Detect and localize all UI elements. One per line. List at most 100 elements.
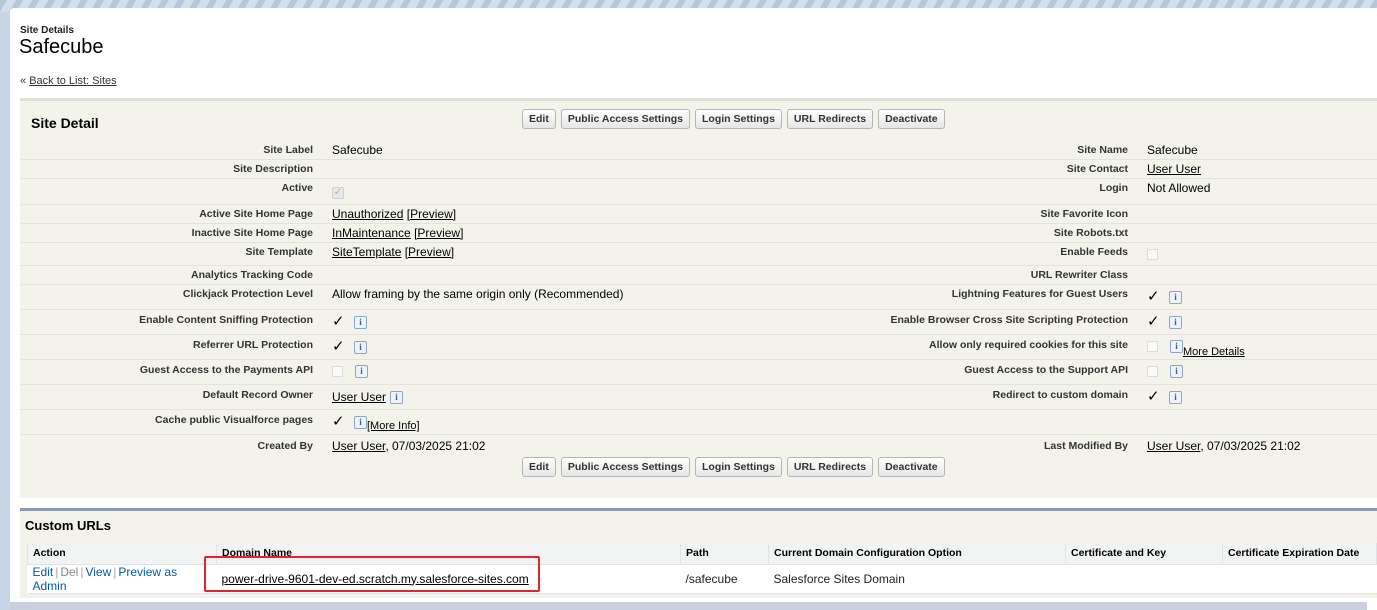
lightning-guest-check-icon: ✓	[1147, 288, 1160, 305]
custom-urls-panel: Custom URLs Action Domain Name Path Curr…	[20, 508, 1377, 598]
info-icon[interactable]: i	[1170, 340, 1183, 354]
support-api-label: Guest Access to the Support API	[964, 364, 1128, 376]
more-info-link[interactable]: [More Info]	[367, 420, 420, 432]
domain-name-link[interactable]: power-drive-9601-dev-ed.scratch.my.sales…	[222, 572, 529, 586]
info-icon[interactable]: i	[1169, 316, 1182, 330]
info-icon[interactable]: i	[354, 316, 367, 330]
site-label-value: Safecube	[332, 143, 383, 157]
modified-by-user-link[interactable]: User User	[1147, 439, 1200, 453]
payments-api-cell: i	[332, 364, 368, 379]
detail-row: Enable Content Sniffing Protection ✓ i En…	[20, 310, 1377, 335]
object-type-label: Site Details	[20, 25, 74, 36]
detail-row: Active ✓ Login Not Allowed	[20, 179, 1377, 205]
edit-button[interactable]: Edit	[522, 457, 556, 477]
cache-vf-cell: ✓ i [More Info]	[332, 412, 420, 432]
more-details-link[interactable]: More Details	[1183, 346, 1245, 358]
view-action-link[interactable]: View	[85, 565, 111, 579]
lightning-guest-label: Lightning Features for Guest Users	[951, 288, 1128, 300]
template-preview-link[interactable]: [Preview]	[405, 245, 454, 259]
info-icon[interactable]: i	[354, 416, 367, 430]
record-owner-cell: User User i	[332, 390, 404, 405]
site-label-label: Site Label	[263, 144, 313, 156]
deactivate-button[interactable]: Deactivate	[878, 109, 945, 129]
modified-by-date: , 07/03/2025 21:02	[1200, 439, 1301, 453]
cache-vf-check-icon: ✓	[332, 413, 345, 430]
info-icon[interactable]: i	[1169, 391, 1182, 405]
modified-by-label: Last Modified By	[1043, 440, 1128, 452]
url-redirects-button[interactable]: URL Redirects	[786, 109, 874, 129]
support-api-checkbox	[1147, 366, 1158, 378]
cookies-cell: i More Details	[1147, 339, 1245, 358]
login-settings-button[interactable]: Login Settings	[695, 109, 782, 129]
inactive-home-cell: InMaintenance [Preview]	[332, 226, 463, 240]
back-prefix: «	[20, 75, 30, 87]
column-header-action: Action	[27, 543, 217, 565]
detail-row: Analytics Tracking Code URL Rewriter Cla…	[20, 266, 1377, 285]
record-owner-link[interactable]: User User	[332, 390, 386, 404]
site-detail-grid: Site Label Safecube Site Name Safecube S…	[20, 141, 1377, 457]
public-access-settings-button[interactable]: Public Access Settings	[560, 109, 690, 129]
page-title: Safecube	[19, 36, 104, 58]
url-redirects-button[interactable]: URL Redirects	[786, 457, 874, 477]
column-header-domain-name: Domain Name	[216, 543, 681, 565]
login-settings-button[interactable]: Login Settings	[695, 457, 782, 477]
info-icon[interactable]: i	[1170, 365, 1183, 379]
redirect-domain-label: Redirect to custom domain	[992, 389, 1128, 401]
edit-button[interactable]: Edit	[522, 109, 556, 129]
deactivate-button[interactable]: Deactivate	[878, 457, 945, 477]
domain-cell: power-drive-9601-dev-ed.scratch.my.sales…	[216, 564, 681, 594]
site-name-label: Site Name	[1077, 144, 1128, 156]
back-to-list: « Back to List: Sites	[20, 75, 117, 87]
info-icon[interactable]: i	[355, 365, 368, 379]
back-to-list-link[interactable]: Back to List: Sites	[29, 75, 116, 87]
site-detail-panel: Site Detail Edit Public Access Settings …	[20, 98, 1377, 498]
inactive-home-preview-link[interactable]: [Preview]	[414, 226, 463, 240]
detail-row: Site Label Safecube Site Name Safecube	[20, 141, 1377, 160]
detail-row: Default Record Owner User User i Redirect…	[20, 385, 1377, 410]
xss-label: Enable Browser Cross Site Scripting Prot…	[890, 314, 1128, 326]
record-owner-label: Default Record Owner	[202, 389, 313, 401]
column-header-certificate: Certificate and Key	[1065, 543, 1223, 565]
cert-cell	[1065, 564, 1223, 594]
payments-api-label: Guest Access to the Payments API	[139, 364, 313, 376]
custom-urls-table: Action Domain Name Path Current Domain C…	[27, 543, 1377, 594]
active-checkbox: ✓	[332, 187, 344, 199]
clickjack-label: Clickjack Protection Level	[182, 288, 313, 300]
template-cell: SiteTemplate [Preview]	[332, 245, 454, 259]
info-icon[interactable]: i	[390, 391, 404, 405]
detail-row: Inactive Site Home Page InMaintenance [P…	[20, 224, 1377, 243]
detail-row: Referrer URL Protection ✓ i Allow only re…	[20, 335, 1377, 360]
custom-urls-title: Custom URLs	[25, 518, 111, 533]
detail-row: Site Description Site Contact User User	[20, 160, 1377, 179]
active-label: Active	[281, 182, 313, 194]
template-link[interactable]: SiteTemplate	[332, 245, 401, 259]
info-icon[interactable]: i	[354, 341, 367, 355]
active-home-preview-link[interactable]: [Preview]	[407, 207, 456, 221]
inactive-home-link[interactable]: InMaintenance	[332, 226, 411, 240]
created-by-user-link[interactable]: User User	[332, 439, 385, 453]
bottom-button-row: Edit Public Access Settings Login Settin…	[522, 457, 945, 477]
site-contact-link[interactable]: User User	[1147, 162, 1201, 176]
modified-by-cell: User User, 07/03/2025 21:02	[1147, 439, 1300, 453]
edit-action-link[interactable]: Edit	[33, 565, 54, 579]
detail-row: Created By User User, 07/03/2025 21:02 L…	[20, 435, 1377, 457]
site-name-value: Safecube	[1147, 143, 1198, 157]
detail-row: Clickjack Protection Level Allow framing…	[20, 285, 1377, 310]
active-home-link[interactable]: Unauthorized	[332, 207, 403, 221]
public-access-settings-button[interactable]: Public Access Settings	[560, 457, 690, 477]
site-contact-cell: User User	[1147, 162, 1201, 176]
site-details-page: Site Details Safecube « Back to List: Si…	[10, 8, 1377, 610]
site-description-label: Site Description	[233, 163, 313, 175]
config-cell: Salesforce Sites Domain	[768, 564, 1066, 594]
column-header-cert-expiration: Certificate Expiration Date	[1222, 543, 1377, 565]
expiry-cell	[1222, 564, 1377, 594]
referrer-cell: ✓ i	[332, 337, 367, 355]
site-contact-label: Site Contact	[1066, 163, 1128, 175]
column-header-path: Path	[680, 543, 769, 565]
sniffing-cell: ✓ i	[332, 312, 367, 330]
inactive-home-label: Inactive Site Home Page	[191, 227, 313, 239]
lightning-guest-cell: ✓ i	[1147, 287, 1182, 305]
info-icon[interactable]: i	[1169, 291, 1182, 305]
clickjack-value: Allow framing by the same origin only (R…	[332, 287, 624, 301]
created-by-label: Created By	[257, 440, 313, 452]
